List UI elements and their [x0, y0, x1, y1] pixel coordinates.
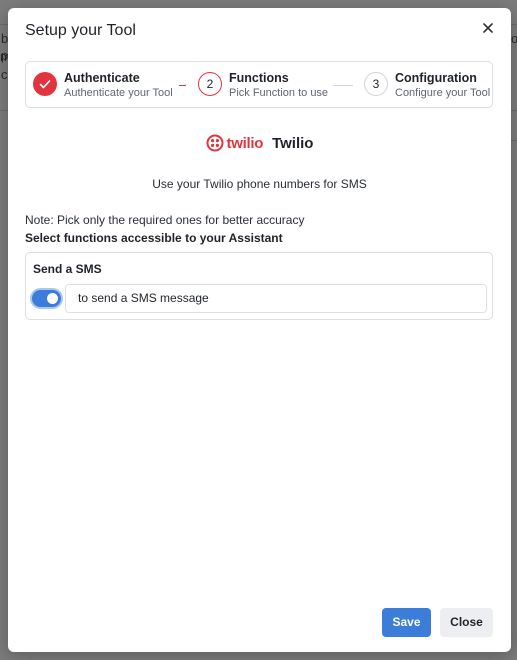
step-number: 2: [198, 72, 222, 96]
bg-divider: [511, 140, 517, 141]
step-subtitle: Authenticate your Tool: [64, 87, 173, 99]
dialog-title: Setup your Tool: [25, 22, 136, 39]
functions-note: Note: Pick only the required ones for be…: [25, 213, 305, 227]
step-title: Configuration: [395, 71, 477, 85]
stepper: Authenticate Authenticate your Tool 2 Fu…: [25, 61, 493, 108]
twilio-logo-text: twilio: [226, 134, 264, 152]
step-subtitle: Configure your Tool: [395, 87, 491, 99]
step-connector: [179, 85, 186, 86]
tool-name: Twilio: [272, 134, 314, 152]
function-card-send-sms: Send a SMS to send a SMS message: [25, 252, 493, 320]
close-button[interactable]: Close: [440, 608, 493, 637]
toggle-knob: [47, 293, 58, 304]
twilio-logo-icon: [206, 134, 224, 152]
tool-brand: twilio Twilio: [8, 134, 511, 156]
twilio-logo: twilio: [206, 134, 264, 152]
function-toggle[interactable]: [32, 290, 61, 307]
bg-text: o: [511, 31, 517, 46]
step-title: Functions: [229, 71, 289, 85]
function-description-field[interactable]: to send a SMS message: [65, 284, 487, 313]
bg-divider: [0, 110, 8, 111]
step-subtitle: Pick Function to use: [229, 87, 329, 99]
save-button[interactable]: Save: [382, 608, 431, 637]
step-title: Authenticate: [64, 71, 140, 85]
step-number: 3: [364, 72, 388, 96]
check-icon: [33, 72, 57, 96]
close-icon[interactable]: [479, 19, 497, 37]
setup-tool-dialog: Setup your Tool Authenticate Authenticat…: [8, 8, 511, 652]
step-connector: [333, 85, 353, 86]
bg-divider: [511, 24, 517, 25]
functions-label: Select functions accessible to your Assi…: [25, 231, 283, 245]
bg-text: c: [1, 67, 8, 82]
bg-divider: [511, 110, 517, 111]
function-title: Send a SMS: [33, 262, 102, 276]
bg-divider: [0, 24, 8, 25]
tool-description: Use your Twilio phone numbers for SMS: [152, 177, 367, 191]
